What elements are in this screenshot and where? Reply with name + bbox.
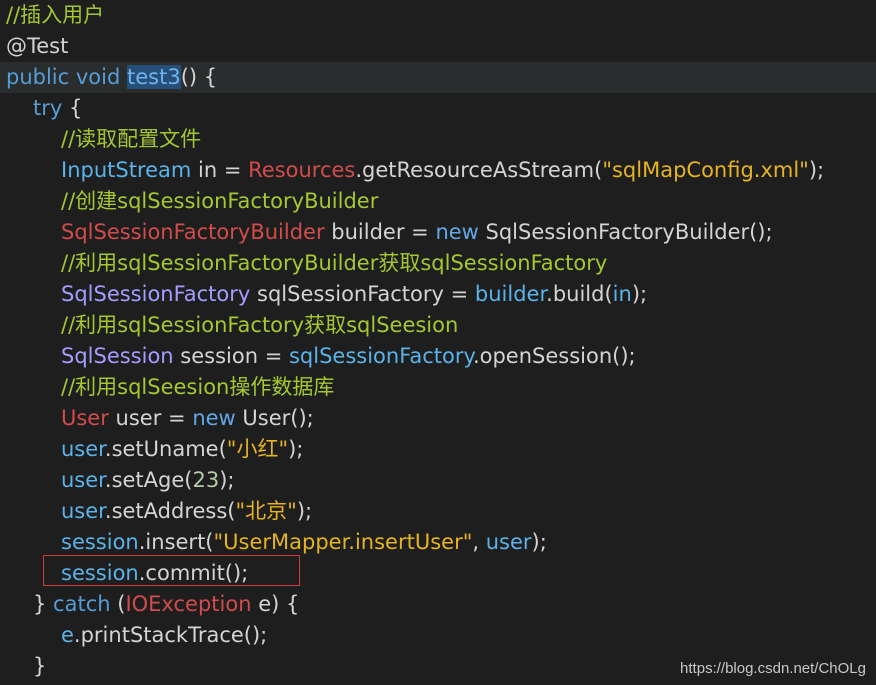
code-token-var: e xyxy=(61,623,74,647)
code-line[interactable]: @Test xyxy=(0,31,68,62)
code-token-plain: .setUname( xyxy=(104,437,227,461)
code-token-plain: ); xyxy=(631,282,648,306)
code-token-keyword2: new xyxy=(435,220,479,244)
code-token-string: "小红" xyxy=(226,437,289,461)
code-token-plain: SqlSessionFactoryBuilder(); xyxy=(478,220,773,244)
code-token-string: "北京" xyxy=(235,499,297,523)
code-line[interactable]: session.insert("UserMapper.insertUser", … xyxy=(0,527,547,558)
code-line[interactable]: public void test3() { xyxy=(0,62,876,93)
code-token-var: InputStream xyxy=(61,158,192,182)
code-line[interactable]: User user = new User(); xyxy=(0,403,314,434)
code-token-var: user xyxy=(61,499,105,523)
code-token-comment: //利用sqlSeesion操作数据库 xyxy=(61,375,335,399)
code-token-var: user xyxy=(485,530,532,554)
code-token-selected: test3 xyxy=(126,65,181,89)
code-line[interactable]: try { xyxy=(0,93,82,124)
code-token-plain: User(); xyxy=(235,406,314,430)
code-token-plain: .getResourceAsStream( xyxy=(355,158,603,182)
code-token-type: IOException xyxy=(125,592,252,616)
code-token-plain: { xyxy=(62,96,83,120)
code-token-plain: e) { xyxy=(251,592,300,616)
code-token-plain: in = xyxy=(191,158,249,182)
code-token-plain: sqlSessionFactory = xyxy=(250,282,475,306)
code-token-plain: user = xyxy=(108,406,193,430)
code-token-plain: } xyxy=(33,654,47,678)
code-line[interactable]: user.setAge(23); xyxy=(0,465,235,496)
code-token-type2: SqlSessionFactory xyxy=(61,282,251,306)
code-token-type: User xyxy=(61,406,109,430)
code-token-keyword: try xyxy=(33,96,63,120)
code-token-comment: //利用sqlSessionFactory获取sqlSeesion xyxy=(61,313,459,337)
code-line[interactable]: //读取配置文件 xyxy=(0,124,201,155)
code-editor[interactable]: //插入用户 @Test public void test3() {try {//读… xyxy=(0,0,876,685)
code-token-keyword: catch xyxy=(53,592,111,616)
code-token-string: "UserMapper.insertUser" xyxy=(213,530,473,554)
code-token-var: user xyxy=(61,437,105,461)
code-token-comment: //插入用户 xyxy=(6,3,105,27)
code-line[interactable]: //利用sqlSessionFactory获取sqlSeesion xyxy=(0,310,458,341)
code-token-plain: , xyxy=(472,530,486,554)
code-line[interactable]: InputStream in = Resources.getResourceAs… xyxy=(0,155,824,186)
code-token-plain: session = xyxy=(173,344,289,368)
code-line[interactable]: } catch (IOException e) { xyxy=(0,589,299,620)
code-token-var: sqlSessionFactory xyxy=(288,344,473,368)
code-token-plain: ); xyxy=(288,437,304,461)
code-token-string: "sqlMapConfig.xml" xyxy=(602,158,809,182)
code-token-var: builder xyxy=(474,282,547,306)
code-token-annot: @Test xyxy=(6,34,69,58)
code-line[interactable]: SqlSession session = sqlSessionFactory.o… xyxy=(0,341,636,372)
code-token-plain: ); xyxy=(219,468,235,492)
code-line[interactable]: SqlSessionFactoryBuilder builder = new S… xyxy=(0,217,773,248)
watermark: https://blog.csdn.net/ChOLg xyxy=(680,660,866,677)
code-token-plain: ); xyxy=(531,530,547,554)
code-token-plain: ); xyxy=(296,499,313,523)
code-token-plain: } xyxy=(33,592,54,616)
code-line[interactable]: user.setUname("小红"); xyxy=(0,434,303,465)
code-token-keyword2: new xyxy=(192,406,236,430)
code-token-var: user xyxy=(61,468,105,492)
code-token-comment: //利用sqlSessionFactoryBuilder获取sqlSession… xyxy=(61,251,608,275)
code-line[interactable]: //插入用户 xyxy=(0,0,104,31)
code-token-plain: builder = xyxy=(324,220,436,244)
code-token-var: session xyxy=(61,530,139,554)
code-token-type2: SqlSession xyxy=(61,344,174,368)
code-token-plain: .openSession(); xyxy=(472,344,636,368)
code-line[interactable]: SqlSessionFactory sqlSessionFactory = bu… xyxy=(0,279,647,310)
code-token-plain: ( xyxy=(110,592,126,616)
highlight-box xyxy=(43,555,300,586)
code-token-plain: .insert( xyxy=(138,530,214,554)
code-token-type: SqlSessionFactoryBuilder xyxy=(61,220,325,244)
code-line[interactable]: //利用sqlSeesion操作数据库 xyxy=(0,372,334,403)
code-token-comment: //读取配置文件 xyxy=(61,127,202,151)
code-token-plain: .setAge( xyxy=(104,468,193,492)
code-token-plain: () { xyxy=(180,65,218,89)
code-token-comment: //创建sqlSessionFactoryBuilder xyxy=(61,189,379,213)
code-token-type: Resources xyxy=(248,158,356,182)
code-line[interactable]: e.printStackTrace(); xyxy=(0,620,267,651)
code-token-plain: .build( xyxy=(546,282,613,306)
code-line[interactable]: //创建sqlSessionFactoryBuilder xyxy=(0,186,378,217)
code-token-plain: .setAddress( xyxy=(104,499,236,523)
code-line[interactable]: //利用sqlSessionFactoryBuilder获取sqlSession… xyxy=(0,248,607,279)
code-line[interactable]: user.setAddress("北京"); xyxy=(0,496,312,527)
code-line[interactable]: } xyxy=(0,651,46,682)
code-token-plain: ); xyxy=(808,158,825,182)
code-token-var: in xyxy=(612,282,632,306)
code-token-keyword: public void xyxy=(6,65,127,89)
code-token-plain: .printStackTrace(); xyxy=(73,623,268,647)
code-token-number: 23 xyxy=(192,468,220,492)
